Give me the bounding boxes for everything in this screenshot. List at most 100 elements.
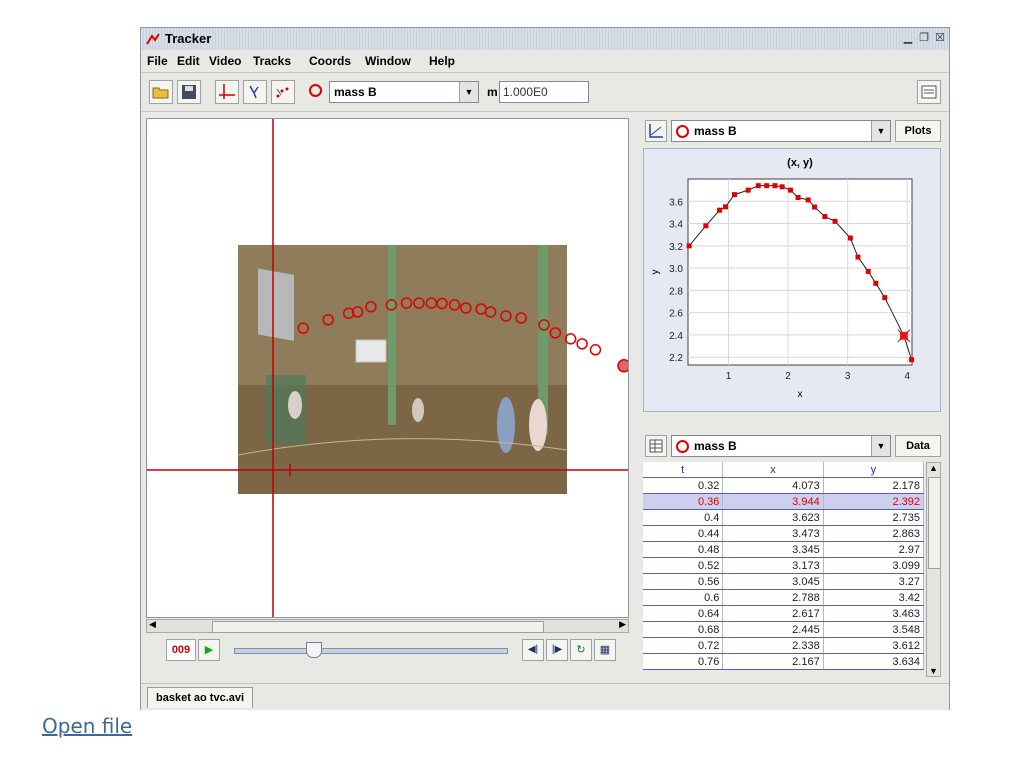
track-marker[interactable] [460,302,472,314]
data-point[interactable] [787,187,793,193]
cell-x[interactable]: 2.445 [722,621,824,638]
cell-t[interactable]: 0.68 [643,621,724,638]
play-button[interactable]: ▶ [198,639,220,661]
video-horizontal-scrollbar[interactable]: ◀ ▶ [146,619,629,633]
table-row[interactable]: 0.72 2.338 3.612 [643,637,925,654]
track-marker[interactable] [549,327,562,339]
table-row[interactable]: 0.44 3.473 2.863 [643,525,925,542]
track-marker[interactable] [515,312,527,324]
table-settings-button[interactable] [645,435,667,457]
xy-plot[interactable]: 1 2 3 4 2.2 2.4 2.6 2.8 3.0 3.2 3.4 3.6 (x, y) x y [644,149,940,411]
mass-field[interactable]: 1.000E0 [499,81,589,103]
loop-button[interactable]: ↻ [570,639,592,661]
track-selector[interactable]: mass B ▼ [329,81,479,103]
open-folder-button[interactable] [149,80,173,104]
cell-t[interactable]: 0.44 [643,525,724,542]
data-point[interactable] [812,204,818,210]
cell-y[interactable]: 2.863 [823,525,925,542]
data-point[interactable] [855,254,861,260]
track-marker[interactable] [564,333,577,345]
close-icon[interactable]: ☒ [933,31,947,45]
data-point[interactable] [717,207,723,213]
plot-track-selector[interactable]: mass B ▼ [671,120,891,142]
cell-t[interactable]: 0.56 [643,573,724,590]
table-row[interactable]: 0.4 3.623 2.735 [643,509,925,526]
data-point[interactable] [779,184,785,190]
table-row[interactable]: 0.32 4.073 2.178 [643,477,925,494]
track-overlay[interactable] [147,119,629,618]
data-point[interactable] [755,183,761,189]
plot-type-button[interactable] [645,120,667,142]
table-row-selected[interactable]: 0.36 3.944 2.392 [643,493,925,510]
column-header-x[interactable]: x [722,462,824,478]
coordinate-axes-button[interactable] [215,80,239,104]
menu-file[interactable]: File [147,54,168,68]
save-button[interactable] [177,80,201,104]
table-row[interactable]: 0.76 2.167 3.634 [643,653,925,670]
cell-x[interactable]: 3.944 [722,493,824,510]
frame-counter[interactable]: 009 [166,639,196,661]
cell-y[interactable]: 2.735 [823,509,925,526]
menu-video[interactable]: Video [209,54,241,68]
trail-tool-button[interactable] [271,80,295,104]
column-header-t[interactable]: t [643,462,724,478]
step-forward-button[interactable]: |▶ [546,639,568,661]
cell-y[interactable]: 3.42 [823,589,925,606]
cell-t[interactable]: 0.72 [643,637,724,654]
cell-t[interactable]: 0.48 [643,541,724,558]
data-track-selector[interactable]: mass B ▼ [671,435,891,457]
cell-x[interactable]: 2.338 [722,637,824,654]
track-marker[interactable] [413,297,425,309]
cell-t[interactable]: 0.76 [643,653,724,670]
cell-x[interactable]: 3.045 [722,573,824,590]
file-tab[interactable]: basket ao tvc.avi [147,687,254,708]
table-row[interactable]: 0.56 3.045 3.27 [643,573,925,590]
cell-t[interactable]: 0.32 [643,477,724,494]
track-marker[interactable] [500,310,512,322]
data-point[interactable] [795,194,801,200]
track-marker[interactable] [484,306,497,318]
cell-t[interactable]: 0.4 [643,509,724,526]
scroll-down-icon[interactable]: ▼ [929,666,938,676]
plots-button[interactable]: Plots [895,120,941,142]
track-marker[interactable] [448,299,461,311]
data-point[interactable] [847,235,853,241]
data-point[interactable] [873,280,879,286]
step-back-button[interactable]: ◀| [522,639,544,661]
data-point[interactable] [731,192,737,198]
table-row[interactable]: 0.52 3.173 3.099 [643,557,925,574]
column-header-y[interactable]: y [823,462,925,478]
data-point[interactable] [909,357,915,363]
cell-y[interactable]: 3.463 [823,605,925,622]
cell-y[interactable]: 3.634 [823,653,925,670]
table-scroll-thumb[interactable] [928,477,941,569]
cell-y[interactable]: 3.099 [823,557,925,574]
scroll-right-icon[interactable]: ▶ [619,619,626,630]
scroll-thumb[interactable] [212,621,544,633]
table-row[interactable]: 0.6 2.788 3.42 [643,589,925,606]
cell-t[interactable]: 0.6 [643,589,724,606]
menu-edit[interactable]: Edit [177,54,200,68]
track-marker[interactable] [297,322,310,334]
scroll-left-icon[interactable]: ◀ [149,619,156,630]
track-marker[interactable] [617,358,629,373]
maximize-icon[interactable]: ❐ [917,31,931,45]
data-table[interactable]: t x y 0.32 4.073 2.178 0.36 3.944 2.392 0.4 3… [643,462,925,670]
menu-help[interactable]: Help [429,54,455,68]
table-row[interactable]: 0.64 2.617 3.463 [643,605,925,622]
data-point[interactable] [772,183,778,189]
video-view[interactable] [146,118,629,618]
minimize-icon[interactable]: ▁ [901,31,915,45]
table-row[interactable]: 0.48 3.345 2.97 [643,541,925,558]
frame-slider-thumb[interactable] [306,642,322,658]
track-marker[interactable] [538,319,550,331]
open-file-link[interactable]: Open file [42,714,132,738]
data-point[interactable] [703,223,709,229]
track-marker[interactable] [425,297,438,309]
scroll-up-icon[interactable]: ▲ [929,463,938,473]
cell-y[interactable]: 3.548 [823,621,925,638]
cell-x[interactable]: 3.473 [722,525,824,542]
data-point[interactable] [865,268,871,274]
track-marker[interactable] [322,314,334,326]
data-point[interactable] [764,183,770,189]
